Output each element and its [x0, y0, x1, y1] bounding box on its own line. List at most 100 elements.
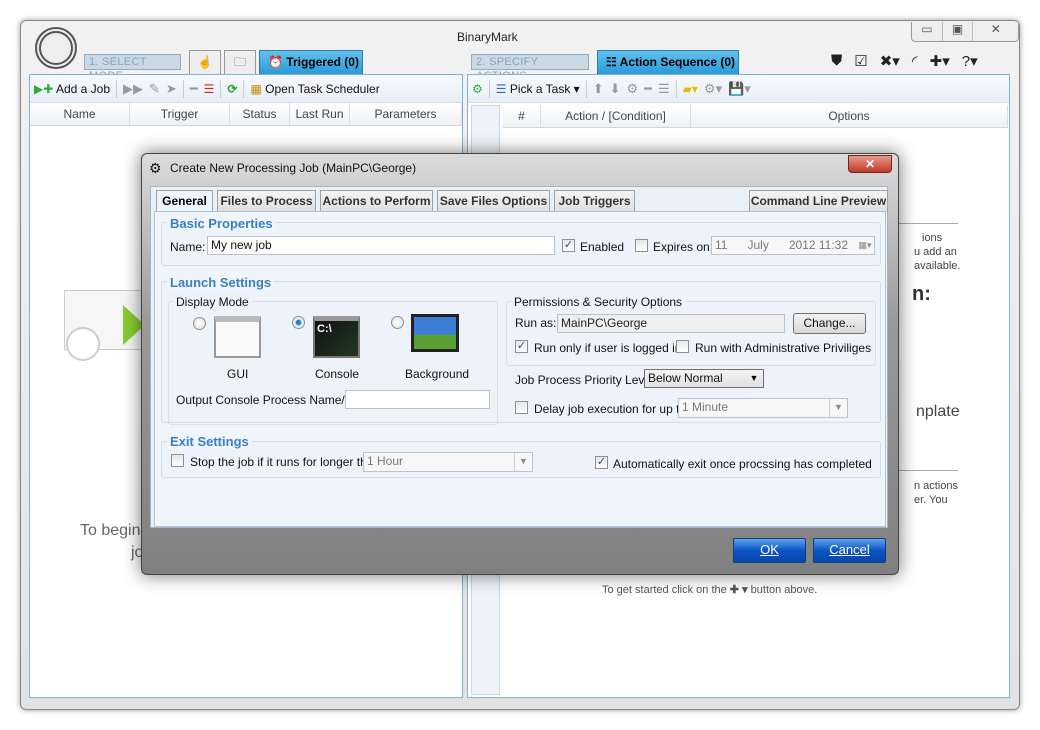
column-options[interactable]: Options: [691, 105, 1008, 127]
signal-icon[interactable]: ◜: [912, 52, 918, 70]
output-console-input[interactable]: [345, 390, 490, 409]
cancel-button[interactable]: Cancel: [813, 538, 886, 563]
gui-radio[interactable]: [193, 317, 206, 330]
checklist-icon: ☰: [495, 81, 507, 96]
general-tab-panel: Basic Properties Name: My new job ✓ Enab…: [154, 211, 886, 527]
name-input[interactable]: My new job: [207, 236, 555, 255]
column-last-run[interactable]: Last Run: [290, 103, 350, 125]
app-gear-logo: [35, 27, 77, 69]
move-down-icon[interactable]: ⬇: [610, 81, 621, 97]
basic-properties-title: Basic Properties: [167, 216, 276, 231]
pick-a-task-button[interactable]: ☰ Pick a Task ▾: [496, 82, 580, 96]
template-icon[interactable]: ⚙▾: [704, 81, 722, 97]
remove-icon[interactable]: ━: [190, 81, 198, 97]
save-icon[interactable]: 💾▾: [728, 81, 751, 97]
tab-general[interactable]: General: [156, 190, 213, 213]
jobs-table-header: Name Trigger Status Last Run Parameters: [30, 103, 462, 126]
run-as-label: Run as:: [515, 316, 557, 330]
logged-in-label: Run only if user is logged in: [534, 341, 682, 355]
auto-exit-checkbox[interactable]: ✓: [595, 456, 608, 469]
refresh-icon[interactable]: ⟳: [227, 82, 237, 96]
tools-icon[interactable]: ✖▾: [880, 52, 900, 70]
ok-button[interactable]: OK: [733, 538, 806, 563]
gui-window-icon: [214, 316, 261, 358]
hint-text: u add an: [914, 246, 957, 258]
hint-text: available.: [914, 260, 961, 272]
tab-save-files-options[interactable]: Save Files Options: [437, 190, 550, 212]
priority-select[interactable]: Below Normal ▼: [644, 369, 764, 388]
permissions-title: Permissions & Security Options: [511, 295, 686, 309]
column-number[interactable]: #: [503, 105, 541, 127]
chevron-down-icon: ▼: [514, 453, 532, 471]
tab-command-line-preview[interactable]: Command Line Preview: [749, 190, 888, 212]
mode-label-background: Background: [405, 367, 470, 381]
expires-date-picker[interactable]: 11 July 2012 11:32 ▦▾: [711, 236, 875, 255]
remove-all-icon[interactable]: ☰: [658, 81, 670, 97]
calendar-icon[interactable]: ▦▾: [856, 237, 874, 254]
tab-watch-folder[interactable]: 🗀: [224, 50, 256, 74]
column-trigger[interactable]: Trigger: [130, 103, 230, 125]
tab-action-sequence[interactable]: ☷ Action Sequence (0): [597, 50, 739, 74]
create-job-dialog: ⚙ Create New Processing Job (MainPC\Geor…: [141, 153, 899, 575]
column-action[interactable]: Action / [Condition]: [541, 105, 691, 127]
remove-all-icon[interactable]: ☰: [204, 82, 215, 96]
edit-job-icon[interactable]: ✎: [149, 81, 160, 97]
step-2-label: 2. SPECIFY ACTIONS: [471, 54, 589, 82]
delay-label: Delay job execution for up to:: [534, 402, 690, 416]
open-task-scheduler-button[interactable]: ▦ Open Task Scheduler: [250, 82, 379, 96]
divider: [116, 79, 118, 98]
expires-checkbox[interactable]: [635, 239, 648, 252]
tab-files-to-process[interactable]: Files to Process: [217, 190, 316, 212]
exit-settings-title: Exit Settings: [167, 434, 252, 449]
move-up-icon[interactable]: ⬆: [593, 81, 604, 97]
admin-checkbox[interactable]: [676, 340, 689, 353]
add-action-icon[interactable]: ⚙: [472, 82, 483, 96]
remove-icon[interactable]: ━: [644, 81, 652, 97]
close-button[interactable]: ✕: [972, 22, 1018, 41]
tab-actions-to-perform[interactable]: Actions to Perform: [320, 190, 433, 212]
output-console-label: Output Console Process Name/ID:: [176, 393, 361, 407]
tab-manual-mode[interactable]: ☝: [189, 50, 221, 74]
delay-checkbox[interactable]: [515, 401, 528, 414]
help-icon[interactable]: ?▾: [962, 52, 978, 70]
actions-table-header: # Action / [Condition] Options: [503, 105, 1008, 128]
checklist-icon[interactable]: ☑: [854, 52, 867, 70]
divider: [675, 79, 677, 98]
shield-icon[interactable]: ⛊: [831, 52, 842, 70]
stop-job-checkbox[interactable]: [171, 454, 184, 467]
column-name[interactable]: Name: [30, 103, 130, 125]
expires-label: Expires on:: [653, 240, 714, 254]
get-started-hint: To get started click on the ✚ ▾ button a…: [602, 584, 818, 596]
restore-button[interactable]: ▣: [941, 22, 973, 41]
add-job-button[interactable]: ▶✚ Add a Job: [34, 82, 110, 96]
enabled-checkbox[interactable]: ✓: [562, 239, 575, 252]
logged-in-checkbox[interactable]: ✓: [515, 340, 528, 353]
change-button[interactable]: Change...: [793, 313, 866, 334]
stop-job-select[interactable]: 1 Hour ▼: [363, 452, 533, 472]
task-scheduler-icon: ▦: [250, 81, 262, 96]
run-job-icon[interactable]: ▶▶: [123, 81, 143, 97]
tab-triggered[interactable]: ⏰ Triggered (0): [259, 50, 363, 74]
dialog-title: Create New Processing Job (MainPC\George…: [170, 161, 417, 175]
forward-icon[interactable]: ➤: [166, 81, 177, 97]
tab-job-triggers[interactable]: Job Triggers: [554, 190, 635, 212]
hint-text: n actions: [914, 480, 959, 492]
step-1-label: 1. SELECT MODE: [84, 54, 181, 82]
background-radio[interactable]: [391, 316, 404, 329]
brand-logo: BinaryMark: [457, 30, 518, 44]
add-condition-icon[interactable]: ⚙: [627, 81, 639, 97]
dialog-close-button[interactable]: ✕: [848, 155, 892, 173]
column-parameters[interactable]: Parameters: [350, 103, 462, 125]
open-folder-icon[interactable]: ▰▾: [683, 82, 698, 96]
console-radio[interactable]: [292, 316, 305, 329]
launch-settings-title: Launch Settings: [167, 275, 275, 290]
delay-select[interactable]: 1 Minute ▼: [678, 398, 848, 418]
column-status[interactable]: Status: [230, 103, 290, 125]
minimize-button[interactable]: ▭: [912, 22, 942, 41]
display-mode-title: Display Mode: [173, 295, 252, 309]
mode-label-console: Console: [315, 367, 360, 381]
plus-icon[interactable]: ✚▾: [930, 52, 950, 70]
chevron-down-icon: ▼: [749, 373, 759, 383]
hint-text: ions: [922, 232, 943, 244]
hint-text: er. You: [914, 494, 948, 506]
